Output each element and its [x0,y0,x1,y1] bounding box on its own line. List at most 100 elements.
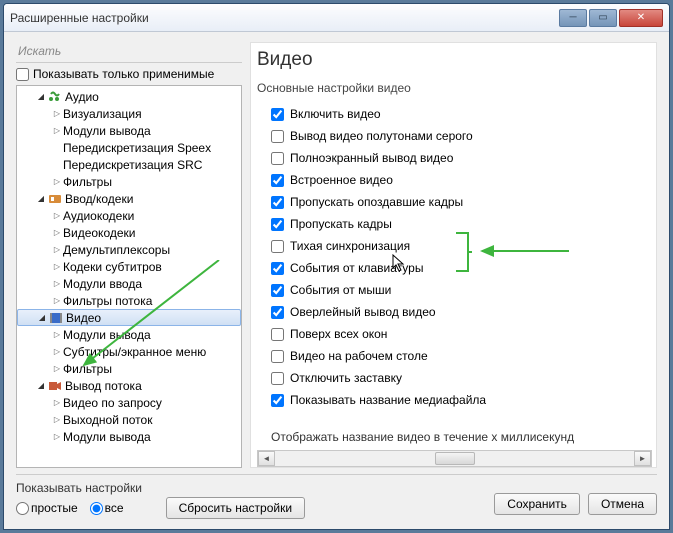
tree-item[interactable]: ▷Модули ввода [17,275,241,292]
chevron-right-icon[interactable]: ▷ [51,330,63,339]
tree-item[interactable]: ▷Аудиокодеки [17,207,241,224]
checkbox[interactable] [271,240,284,253]
tree-item[interactable]: ▷Субтитры/экранное меню [17,343,241,360]
check-row[interactable]: Видео на рабочем столе [257,345,652,367]
checkbox[interactable] [271,394,284,407]
chevron-right-icon[interactable]: ▷ [51,432,63,441]
tree-item[interactable]: ◢ Вывод потока [17,377,241,394]
chevron-right-icon[interactable]: ▷ [51,415,63,424]
tree-item[interactable]: Передискретизация Speex [17,139,241,156]
codec-icon [47,192,63,206]
chevron-right-icon[interactable]: ▷ [51,347,63,356]
check-row[interactable]: Показывать название медиафайла [257,389,652,411]
more-setting-label: Отображать название видео в течение x ми… [257,430,652,444]
scroll-thumb[interactable] [435,452,475,465]
chevron-right-icon[interactable]: ▷ [51,296,63,305]
radio-all[interactable]: все [90,501,124,515]
dialog-window: Расширенные настройки ─ ▭ ✕ Искать Показ… [3,3,670,530]
check-row[interactable]: Поверх всех окон [257,323,652,345]
radio-all-input[interactable] [90,502,103,515]
chevron-down-icon[interactable]: ◢ [36,313,48,322]
checkbox[interactable] [271,328,284,341]
tree-item[interactable]: ◢Ввод/кодеки [17,190,241,207]
tree-item[interactable]: ▷Выходной поток [17,411,241,428]
checkbox[interactable] [271,262,284,275]
checkbox-label: Отключить заставку [290,371,402,385]
check-row[interactable]: Вывод видео полутонами серого [257,125,652,147]
tree-item-label: Видео по запросу [63,396,162,410]
tree-item[interactable]: ▷Модули вывода [17,326,241,343]
tree-item[interactable]: ◢Видео [17,309,241,326]
checkbox[interactable] [271,284,284,297]
minimize-button[interactable]: ─ [559,9,587,27]
checkbox[interactable] [271,196,284,209]
checkbox-label: Встроенное видео [290,173,393,187]
section-title: Основные настройки видео [257,81,652,95]
scroll-left-button[interactable]: ◄ [258,451,275,466]
chevron-right-icon[interactable]: ▷ [51,228,63,237]
tree-item[interactable]: ▷Видеокодеки [17,224,241,241]
chevron-right-icon[interactable]: ▷ [51,211,63,220]
chevron-right-icon[interactable]: ▷ [51,279,63,288]
tree-item[interactable]: ▷Кодеки субтитров [17,258,241,275]
scroll-right-button[interactable]: ► [634,451,651,466]
chevron-right-icon[interactable]: ▷ [51,364,63,373]
chevron-right-icon[interactable]: ▷ [51,109,63,118]
chevron-down-icon[interactable]: ◢ [35,381,47,390]
checkbox[interactable] [271,108,284,121]
checkbox[interactable] [271,306,284,319]
tree-item[interactable]: Передискретизация SRC [17,156,241,173]
horizontal-scrollbar[interactable]: ◄ ► [257,450,652,467]
tree-item[interactable]: ▷Фильтры [17,360,241,377]
save-button[interactable]: Сохранить [494,493,580,515]
checkbox[interactable] [271,152,284,165]
checkbox[interactable] [271,372,284,385]
reset-button[interactable]: Сбросить настройки [166,497,305,519]
tree-item[interactable]: ▷Фильтры [17,173,241,190]
check-row[interactable]: Полноэкранный вывод видео [257,147,652,169]
tree-item[interactable]: ▷Демультиплексоры [17,241,241,258]
scroll-track[interactable] [275,452,634,465]
radio-simple[interactable]: простые [16,501,78,515]
check-row[interactable]: Отключить заставку [257,367,652,389]
checkbox[interactable] [271,174,284,187]
radio-simple-input[interactable] [16,502,29,515]
tree-item-label: Аудио [65,90,99,104]
tree-item[interactable]: ▷Фильтры потока [17,292,241,309]
checkbox[interactable] [271,130,284,143]
bottom-bar: Показывать настройки простые все Сбросит… [16,474,657,519]
tree-item[interactable]: ▷Модули вывода [17,122,241,139]
tree-item-label: Аудиокодеки [63,209,134,223]
tree-item-label: Субтитры/экранное меню [63,345,206,359]
check-row[interactable]: Включить видео [257,103,652,125]
check-row[interactable]: Встроенное видео [257,169,652,191]
checkbox[interactable] [271,218,284,231]
settings-tree[interactable]: ◢Аудио▷Визуализация▷Модули выводаПередис… [16,85,242,468]
only-applicable-checkbox[interactable]: Показывать только применимые [16,67,242,81]
check-row[interactable]: Оверлейный вывод видео [257,301,652,323]
tree-item[interactable]: ▷Модули вывода [17,428,241,445]
close-button[interactable]: ✕ [619,9,663,27]
search-input[interactable]: Искать [16,42,242,63]
chevron-right-icon[interactable]: ▷ [51,126,63,135]
tree-item-label: Видеокодеки [63,226,135,240]
checkbox[interactable] [271,350,284,363]
tree-item[interactable]: ▷Видео по запросу [17,394,241,411]
tree-item[interactable]: ▷Визуализация [17,105,241,122]
chevron-right-icon[interactable]: ▷ [51,262,63,271]
check-row[interactable]: События от мыши [257,279,652,301]
chevron-right-icon[interactable]: ▷ [51,245,63,254]
check-row[interactable]: Тихая синхронизация [257,235,652,257]
check-row[interactable]: События от клавиатуры [257,257,652,279]
check-row[interactable]: Пропускать кадры [257,213,652,235]
chevron-down-icon[interactable]: ◢ [35,92,47,101]
cancel-button[interactable]: Отмена [588,493,657,515]
maximize-button[interactable]: ▭ [589,9,617,27]
check-row[interactable]: Пропускать опоздавшие кадры [257,191,652,213]
only-applicable-box[interactable] [16,68,29,81]
chevron-right-icon[interactable]: ▷ [51,398,63,407]
tree-item[interactable]: ◢ Аудио [17,88,241,105]
chevron-down-icon[interactable]: ◢ [35,194,47,203]
tree-item-label: Вывод потока [65,379,142,393]
chevron-right-icon[interactable]: ▷ [51,177,63,186]
